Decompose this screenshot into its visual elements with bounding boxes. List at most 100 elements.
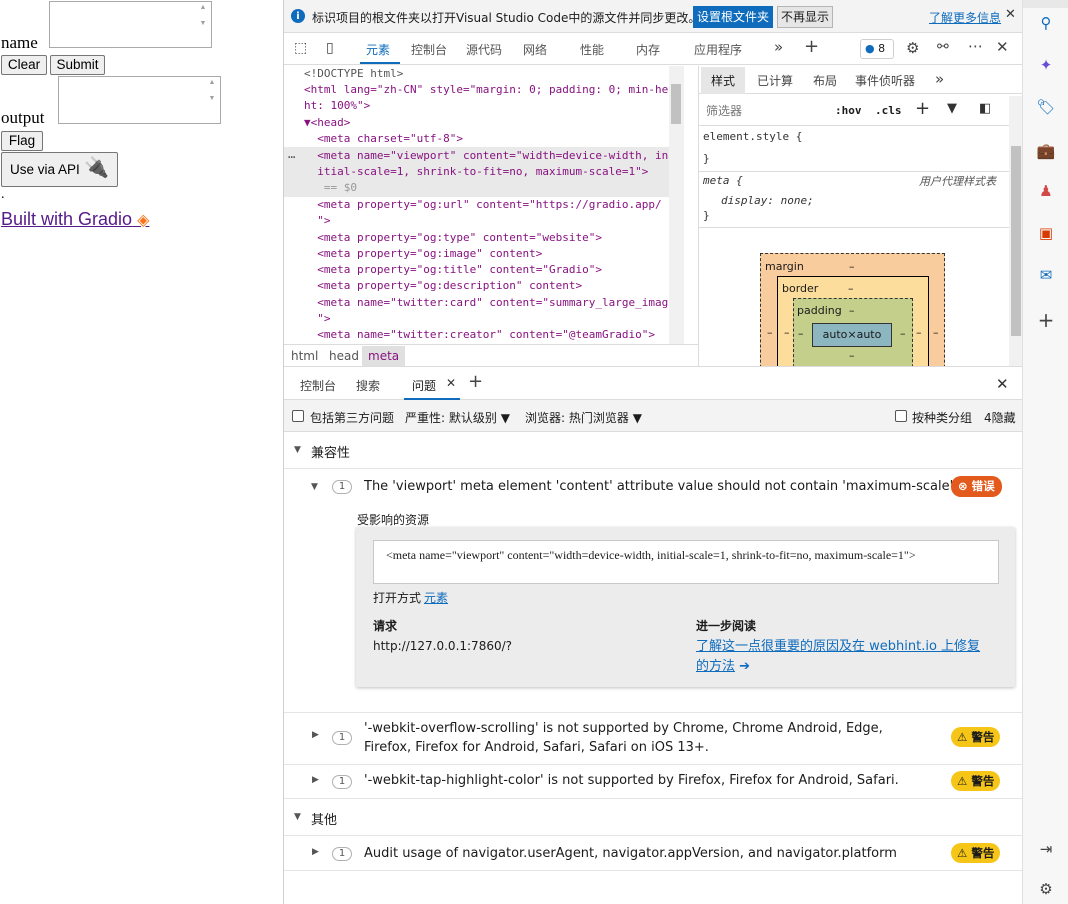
learn-more-link[interactable]: 了解更多信息 xyxy=(929,9,1001,26)
close-drawer-icon[interactable]: ✕ xyxy=(996,375,1009,393)
clear-button[interactable]: Clear xyxy=(1,55,47,75)
element-line[interactable]: <meta charset="utf-8"> xyxy=(304,132,463,145)
tab-memory[interactable]: 内存 xyxy=(636,41,660,58)
breadcrumb-head[interactable]: head xyxy=(329,349,359,363)
textarea-scrollbar[interactable]: ▲ ▼ xyxy=(205,78,219,122)
textarea-scrollbar[interactable]: ▲ ▼ xyxy=(196,3,210,46)
tab-application[interactable]: 应用程序 xyxy=(694,41,742,58)
search-icon[interactable]: ⚲ xyxy=(1035,12,1057,34)
set-root-folder-button[interactable]: 设置根文件夹 xyxy=(693,6,773,28)
elements-scrollbar-thumb[interactable] xyxy=(671,84,681,124)
element-line[interactable]: "> xyxy=(304,214,330,227)
paint-brush-icon[interactable]: ▼ xyxy=(947,101,957,116)
element-line[interactable]: <meta property="og:type" content="websit… xyxy=(304,231,602,244)
more-panels-icon[interactable]: » xyxy=(935,70,944,88)
copilot-sparkle-icon[interactable]: ✦ xyxy=(1035,54,1057,76)
element-line[interactable]: itial-scale=1, shrink-to-fit=no, maximum… xyxy=(304,165,648,178)
element-line[interactable]: <meta name="twitter:creator" content="@t… xyxy=(304,328,655,341)
outlook-icon[interactable]: ✉ xyxy=(1035,264,1057,286)
more-options-icon[interactable]: ⋯ xyxy=(968,37,983,55)
element-line[interactable]: <meta property="og:url" content="https:/… xyxy=(304,198,661,211)
element-line[interactable]: ht: 100%"> xyxy=(304,99,370,112)
open-in-elements-link[interactable]: 元素 xyxy=(424,589,448,606)
third-party-checkbox[interactable] xyxy=(292,410,304,422)
more-tabs-icon[interactable]: » xyxy=(774,38,783,56)
device-emulation-icon[interactable]: ▯ xyxy=(326,40,334,56)
games-icon[interactable]: ♟ xyxy=(1035,180,1057,202)
hov-toggle[interactable]: :hov xyxy=(835,104,862,117)
toggle-sidebar-icon[interactable]: ◧ xyxy=(979,101,991,116)
issues-counter-button[interactable]: ● 8 xyxy=(860,39,894,59)
close-issues-tab-icon[interactable]: ✕ xyxy=(446,376,456,390)
element-line[interactable]: ▼<head> xyxy=(304,116,350,129)
element-line[interactable]: <meta name="twitter:card" content="summa… xyxy=(304,296,675,309)
tab-computed[interactable]: 已计算 xyxy=(757,72,793,89)
sidebar-settings-gear-icon[interactable]: ⚙ xyxy=(1035,878,1057,900)
node-actions-icon[interactable]: ⋯ xyxy=(288,150,295,164)
element-line[interactable]: <meta name="viewport" content="width=dev… xyxy=(304,149,668,162)
breadcrumb-html[interactable]: html xyxy=(291,349,318,363)
tab-elements[interactable]: 元素 xyxy=(366,41,390,58)
tab-network[interactable]: 网络 xyxy=(523,41,547,58)
new-style-rule-icon[interactable]: + xyxy=(915,98,930,119)
webhint-link[interactable]: 了解这一点很重要的原因及在 webhint.io 上修复的方法 ➔ xyxy=(696,637,986,677)
element-line[interactable]: <meta property="og:image" content> xyxy=(304,247,542,260)
flag-button[interactable]: Flag xyxy=(1,131,43,151)
element-line[interactable]: <meta property="og:description" content> xyxy=(304,279,582,292)
element-line[interactable]: <!DOCTYPE html> xyxy=(304,67,403,80)
tab-styles[interactable]: 样式 xyxy=(701,67,746,94)
issue-row[interactable]: ▶ 1 Audit usage of navigator.userAgent, … xyxy=(284,836,1023,871)
element-line[interactable]: <meta property="og:title" content="Gradi… xyxy=(304,263,602,276)
drawer-tab-search[interactable]: 搜索 xyxy=(356,377,380,394)
styles-scrollbar[interactable] xyxy=(1009,96,1023,366)
padding-bottom-value: – xyxy=(849,349,855,362)
use-via-api-button[interactable]: Use via API 🔌 xyxy=(1,152,118,187)
close-infobar-icon[interactable]: ✕ xyxy=(1005,7,1016,22)
tab-console[interactable]: 控制台 xyxy=(411,41,447,58)
settings-gear-icon[interactable]: ⚙ xyxy=(906,39,919,57)
add-tab-icon[interactable]: + xyxy=(804,36,819,57)
expand-triangle-icon[interactable]: ▼ xyxy=(311,482,318,492)
tab-sources[interactable]: 源代码 xyxy=(466,41,502,58)
warning-label: 警告 xyxy=(971,774,995,788)
tab-performance[interactable]: 性能 xyxy=(580,41,604,58)
severity-dropdown[interactable]: 严重性: 默认级别 ▼ xyxy=(405,409,510,426)
shopping-tag-icon[interactable]: 🏷 xyxy=(1035,96,1057,118)
element-style-rule[interactable]: element.style { xyxy=(703,130,802,143)
drawer-tab-console[interactable]: 控制台 xyxy=(300,377,336,394)
cls-toggle[interactable]: .cls xyxy=(875,104,902,117)
submit-button[interactable]: Submit xyxy=(50,55,105,75)
name-input[interactable]: ▲ ▼ xyxy=(49,1,212,48)
element-line[interactable]: <html lang="zh-CN" style="margin: 0; pad… xyxy=(304,83,682,96)
issue-row[interactable]: ▶ 1 '-webkit-overflow-scrolling' is not … xyxy=(284,713,1023,765)
breadcrumb-meta[interactable]: meta xyxy=(362,346,406,366)
group-by-kind-checkbox[interactable] xyxy=(895,410,907,422)
styles-filter-input[interactable] xyxy=(702,100,820,122)
styles-scrollbar-thumb[interactable] xyxy=(1011,146,1021,336)
dont-show-again-button[interactable]: 不再显示 xyxy=(777,6,833,28)
margin-top-value: – xyxy=(849,260,855,273)
compat-category-header[interactable]: ▼ 兼容性 xyxy=(284,432,1023,469)
drawer-add-tab-icon[interactable]: + xyxy=(468,371,483,392)
drawer-tab-issues[interactable]: 问题 xyxy=(412,377,436,394)
issue-title[interactable]: The 'viewport' meta element 'content' at… xyxy=(364,479,957,494)
hide-sidebar-icon[interactable]: ⇥ xyxy=(1035,838,1057,860)
element-line[interactable]: == $0 xyxy=(304,181,357,194)
other-category-header[interactable]: ▼ 其他 xyxy=(284,799,1023,836)
connect-device-icon[interactable]: ⚯ xyxy=(937,39,949,55)
element-line[interactable]: "> xyxy=(304,312,330,325)
sidebar-top-strip xyxy=(1023,0,1068,8)
box-model-content: auto×auto xyxy=(812,323,892,347)
browser-dropdown[interactable]: 浏览器: 热门浏览器 ▼ xyxy=(525,409,642,426)
office-icon[interactable]: ▣ xyxy=(1035,222,1057,244)
tab-layout[interactable]: 布局 xyxy=(813,72,837,89)
issue-row[interactable]: ▶ 1 '-webkit-tap-highlight-color' is not… xyxy=(284,765,1023,799)
add-sidebar-app-icon[interactable]: + xyxy=(1035,308,1057,332)
inspect-icon[interactable]: ⬚ xyxy=(294,40,307,56)
elements-scrollbar[interactable] xyxy=(669,66,684,344)
tools-briefcase-icon[interactable]: 💼 xyxy=(1035,140,1057,162)
built-with-gradio-link[interactable]: Built with Gradio ◈ xyxy=(1,209,149,230)
output-textbox[interactable]: ▲ ▼ xyxy=(58,76,221,124)
tab-event-listeners[interactable]: 事件侦听器 xyxy=(855,72,915,89)
close-devtools-icon[interactable]: ✕ xyxy=(996,38,1009,56)
